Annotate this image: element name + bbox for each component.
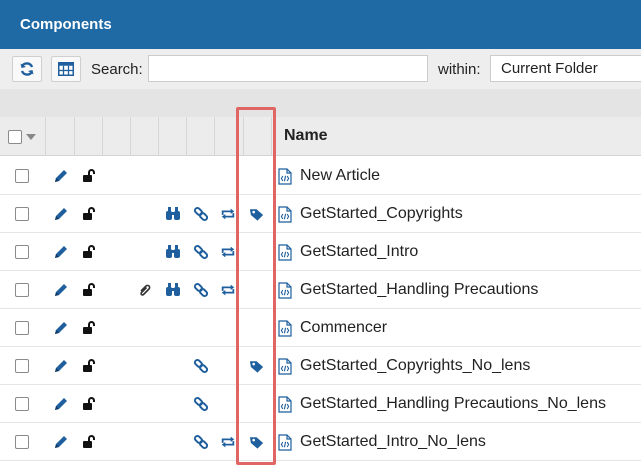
link-icon[interactable] xyxy=(193,358,209,374)
column-separator xyxy=(243,117,244,156)
unlocked-padlock-icon[interactable] xyxy=(81,434,97,450)
table-row[interactable]: GetStarted_Handling Precautions_No_lens xyxy=(0,385,641,423)
name-column-header[interactable]: Name xyxy=(284,127,328,145)
row-checkbox[interactable] xyxy=(15,283,29,297)
within-label: within: xyxy=(438,61,481,78)
document-icon xyxy=(277,167,293,185)
select-all-checkbox[interactable] xyxy=(8,130,22,144)
search-input[interactable] xyxy=(148,55,428,82)
edit-pencil-icon[interactable] xyxy=(53,206,69,222)
binoculars-icon[interactable] xyxy=(165,282,181,298)
unlocked-padlock-icon[interactable] xyxy=(81,244,97,260)
row-checkbox[interactable] xyxy=(15,169,29,183)
unlocked-padlock-icon[interactable] xyxy=(81,168,97,184)
edit-pencil-icon[interactable] xyxy=(53,168,69,184)
document-icon xyxy=(277,243,293,261)
tag-icon[interactable] xyxy=(249,358,265,374)
component-name[interactable]: New Article xyxy=(300,167,380,185)
refresh-button[interactable] xyxy=(12,56,42,82)
component-name[interactable]: GetStarted_Handling Precautions_No_lens xyxy=(300,395,606,413)
table-row[interactable]: GetStarted_Intro xyxy=(0,233,641,271)
sync-icon[interactable] xyxy=(220,244,236,260)
unlocked-padlock-icon[interactable] xyxy=(81,396,97,412)
edit-pencil-icon[interactable] xyxy=(53,244,69,260)
column-separator xyxy=(214,117,215,156)
component-name[interactable]: GetStarted_Copyrights xyxy=(300,205,463,223)
panel-title: Components xyxy=(20,16,112,33)
column-separator xyxy=(102,117,103,156)
table-row[interactable]: Commencer xyxy=(0,309,641,347)
link-icon[interactable] xyxy=(193,282,209,298)
refresh-icon xyxy=(20,62,34,76)
column-separator xyxy=(271,117,272,156)
document-icon xyxy=(277,281,293,299)
column-separator xyxy=(186,117,187,156)
component-name[interactable]: GetStarted_Intro xyxy=(300,243,418,261)
grid-view-button[interactable] xyxy=(51,56,81,82)
component-name[interactable]: Commencer xyxy=(300,319,387,337)
binoculars-icon[interactable] xyxy=(165,244,181,260)
column-separator xyxy=(45,117,46,156)
edit-pencil-icon[interactable] xyxy=(53,396,69,412)
unlocked-padlock-icon[interactable] xyxy=(81,206,97,222)
document-icon xyxy=(277,205,293,223)
column-separator xyxy=(74,117,75,156)
unlocked-padlock-icon[interactable] xyxy=(81,282,97,298)
grid-header-row: Name xyxy=(0,117,641,156)
table-row[interactable]: GetStarted_Copyrights xyxy=(0,195,641,233)
table-row[interactable]: GetStarted_Intro_No_lens xyxy=(0,423,641,461)
row-checkbox[interactable] xyxy=(15,397,29,411)
within-select[interactable]: Current Folder xyxy=(490,55,641,82)
row-checkbox[interactable] xyxy=(15,435,29,449)
binoculars-icon[interactable] xyxy=(165,206,181,222)
search-label: Search: xyxy=(91,61,143,78)
tag-icon[interactable] xyxy=(249,434,265,450)
edit-pencil-icon[interactable] xyxy=(53,358,69,374)
component-name[interactable]: GetStarted_Copyrights_No_lens xyxy=(300,357,530,375)
unlocked-padlock-icon[interactable] xyxy=(81,358,97,374)
toolbar-spacer xyxy=(0,89,641,117)
component-name[interactable]: GetStarted_Handling Precautions xyxy=(300,281,538,299)
sync-icon[interactable] xyxy=(220,434,236,450)
table-row[interactable]: GetStarted_Copyrights_No_lens xyxy=(0,347,641,385)
row-checkbox[interactable] xyxy=(15,359,29,373)
edit-pencil-icon[interactable] xyxy=(53,320,69,336)
grid-view-icon xyxy=(58,62,74,76)
link-icon[interactable] xyxy=(193,396,209,412)
select-menu-chevron-down-icon[interactable] xyxy=(26,134,36,140)
attachment-icon[interactable] xyxy=(137,282,153,298)
edit-pencil-icon[interactable] xyxy=(53,282,69,298)
sync-icon[interactable] xyxy=(220,206,236,222)
table-row[interactable]: GetStarted_Handling Precautions xyxy=(0,271,641,309)
document-icon xyxy=(277,395,293,413)
panel-header: Components xyxy=(0,0,641,49)
link-icon[interactable] xyxy=(193,206,209,222)
component-name[interactable]: GetStarted_Intro_No_lens xyxy=(300,433,486,451)
row-checkbox[interactable] xyxy=(15,245,29,259)
column-separator xyxy=(130,117,131,156)
link-icon[interactable] xyxy=(193,244,209,260)
document-icon xyxy=(277,357,293,375)
column-separator xyxy=(158,117,159,156)
document-icon xyxy=(277,433,293,451)
row-checkbox[interactable] xyxy=(15,321,29,335)
tag-icon[interactable] xyxy=(249,206,265,222)
unlocked-padlock-icon[interactable] xyxy=(81,320,97,336)
edit-pencil-icon[interactable] xyxy=(53,434,69,450)
toolbar: Search: within: Current Folder xyxy=(0,49,641,89)
table-row[interactable]: New Article xyxy=(0,157,641,195)
document-icon xyxy=(277,319,293,337)
link-icon[interactable] xyxy=(193,434,209,450)
row-checkbox[interactable] xyxy=(15,207,29,221)
sync-icon[interactable] xyxy=(220,282,236,298)
